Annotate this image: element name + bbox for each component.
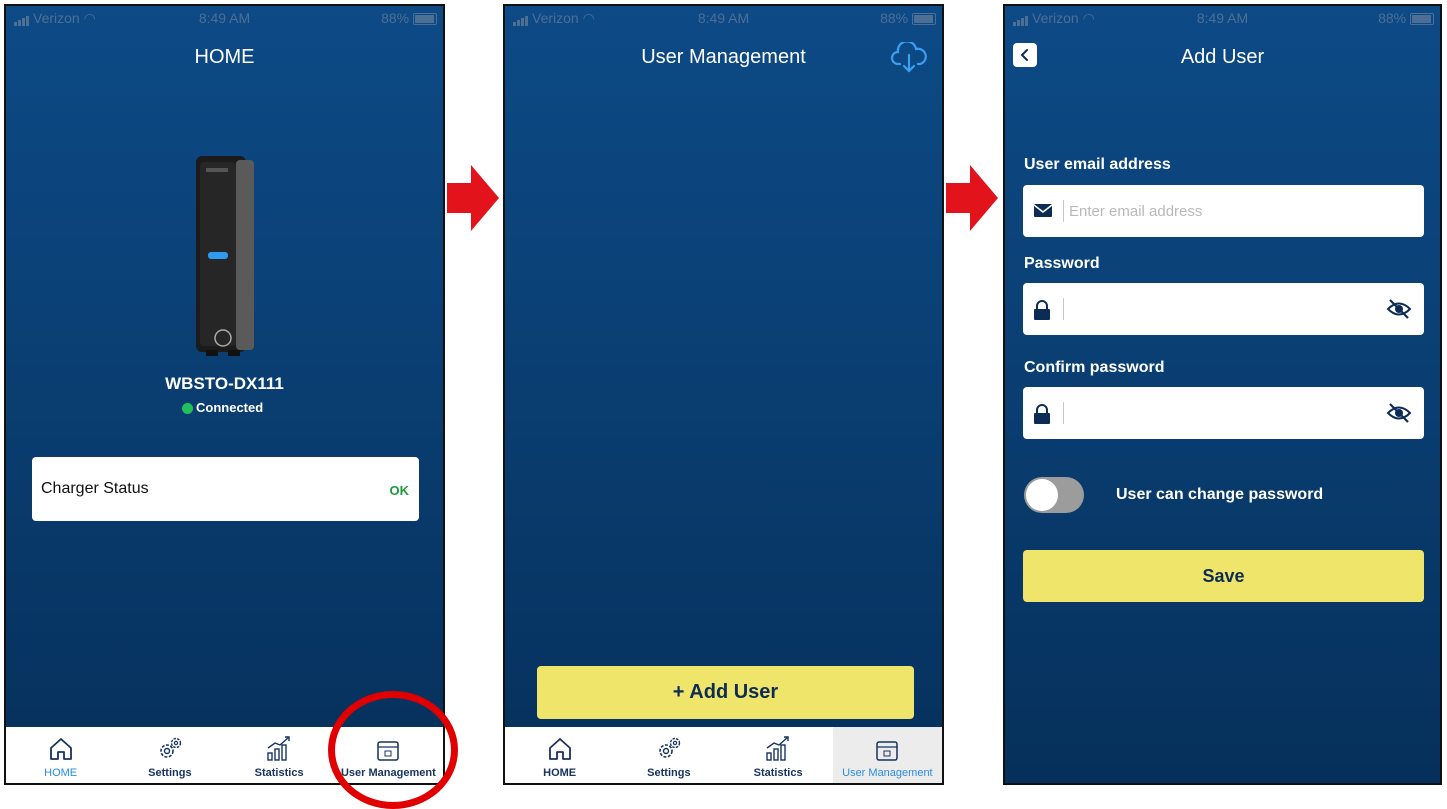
chart-icon (267, 736, 290, 761)
confirm-password-label: Confirm password (1024, 359, 1165, 376)
user-management-screen: Verizon ◠ 8:49 AM 88% User Management + … (503, 4, 944, 785)
battery-percent: 88% (1378, 10, 1407, 26)
device-name: WBSTO-DX111 (165, 374, 284, 393)
charger-status-card[interactable]: Charger Status OK (32, 457, 419, 521)
highlight-circle (328, 691, 458, 809)
text-caret (1063, 402, 1064, 424)
tab-label: Statistics (254, 767, 304, 779)
status-bar: Verizon ◠ 8:49 AM 88% (6, 6, 443, 30)
chart-icon (766, 736, 789, 761)
home-icon (548, 738, 571, 760)
tab-label: Settings (647, 767, 691, 779)
page-title: HOME (194, 46, 255, 68)
text-caret (1063, 298, 1064, 320)
home-icon (49, 738, 72, 760)
envelope-icon (1033, 204, 1053, 217)
status-time: 8:49 AM (198, 10, 251, 26)
tab-settings[interactable]: Settings (115, 727, 224, 783)
tab-label: Settings (148, 767, 192, 779)
email-label: User email address (1024, 156, 1171, 173)
charger-status-value: OK (389, 483, 410, 498)
status-time: 8:49 AM (1196, 10, 1249, 26)
page-title: Add User (1180, 46, 1265, 68)
arrow-right-icon (946, 165, 998, 231)
battery-icon (912, 13, 936, 26)
add-user-screen: Verizon ◠ 8:49 AM 88% Add User User emai… (1003, 4, 1442, 785)
change-password-toggle[interactable] (1024, 477, 1084, 513)
lock-icon (1034, 300, 1050, 320)
tab-bar: HOME Settings Statistics User Management (505, 727, 942, 783)
cloud-download-icon[interactable] (890, 42, 928, 74)
connection-status: Connected (182, 400, 263, 415)
battery-percent: 88% (880, 10, 909, 26)
charger-status-label: Charger Status (41, 480, 149, 497)
tab-user-management[interactable]: User Management (832, 727, 942, 783)
tab-home[interactable]: HOME (505, 727, 614, 783)
password-field[interactable] (1023, 283, 1424, 335)
password-label: Password (1024, 255, 1100, 272)
tab-label: User Management (842, 767, 933, 779)
battery-icon (413, 13, 437, 26)
gear-icon (659, 737, 681, 758)
tab-settings[interactable]: Settings (614, 727, 723, 783)
connection-status-text: Connected (196, 400, 264, 415)
email-placeholder: Enter email address (1069, 203, 1203, 220)
arrow-right-icon (447, 165, 499, 231)
charger-device-image (196, 156, 254, 356)
eye-slash-icon[interactable] (1386, 297, 1412, 321)
text-caret (1063, 200, 1064, 222)
toggle-knob (1026, 479, 1058, 511)
gear-icon (160, 737, 182, 758)
confirm-password-field[interactable] (1023, 387, 1424, 439)
save-button[interactable]: Save (1023, 550, 1424, 602)
lock-icon (1034, 404, 1050, 424)
add-user-button[interactable]: + Add User (537, 666, 914, 719)
user-management-icon (876, 741, 899, 761)
home-screen: Verizon ◠ 8:49 AM 88% HOME WBSTO-DX111 C… (4, 4, 445, 785)
page-title: User Management (641, 46, 806, 68)
status-time: 8:49 AM (697, 10, 750, 26)
tab-statistics[interactable]: Statistics (225, 727, 334, 783)
toggle-label: User can change password (1116, 486, 1324, 503)
battery-percent: 88% (381, 10, 410, 26)
eye-slash-icon[interactable] (1386, 401, 1412, 425)
tab-label: HOME (44, 767, 78, 779)
tab-label: Statistics (753, 767, 803, 779)
status-bar: Verizon ◠ 8:49 AM 88% (1005, 6, 1440, 30)
tab-home[interactable]: HOME (6, 727, 115, 783)
status-bar: Verizon ◠ 8:49 AM 88% (505, 6, 942, 30)
tab-statistics[interactable]: Statistics (724, 727, 833, 783)
email-field[interactable]: Enter email address (1023, 185, 1424, 237)
connected-dot-icon (182, 403, 193, 415)
battery-icon (1410, 13, 1434, 26)
tab-label: HOME (543, 767, 577, 779)
